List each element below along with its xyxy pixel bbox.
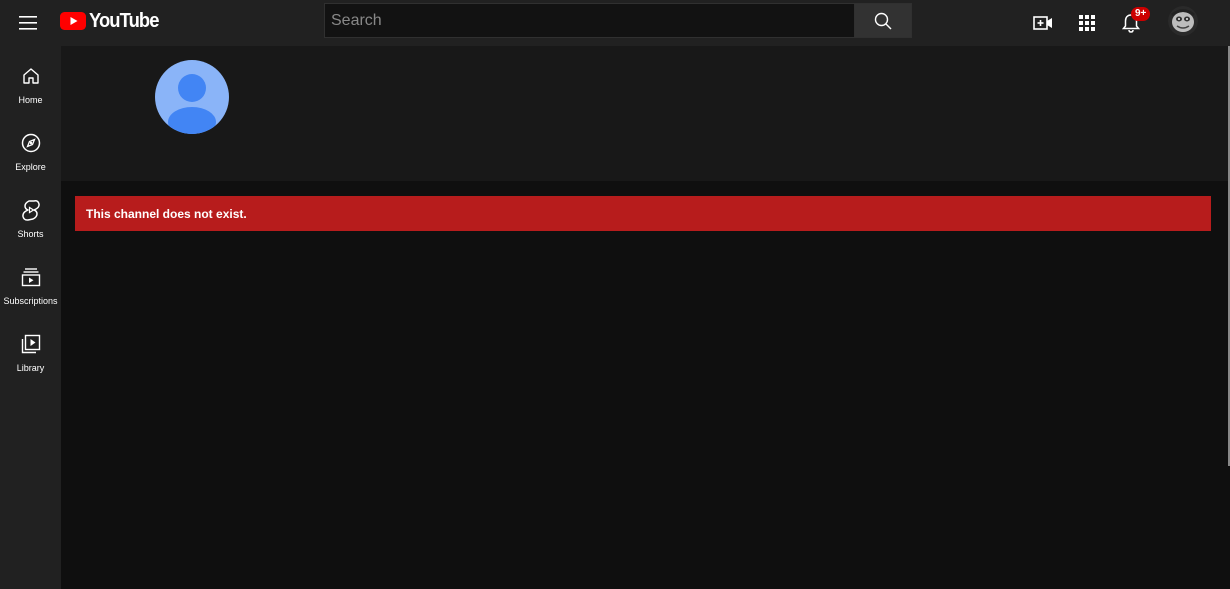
sidebar-item-label: Home [18, 95, 43, 105]
shorts-icon [19, 198, 43, 222]
sidebar-item-label: Shorts [17, 229, 44, 239]
masthead: YouTube Search 9+ [0, 0, 1230, 46]
sidebar-item-library[interactable]: Library [0, 314, 61, 374]
sidebar-item-shorts[interactable]: Shorts [0, 180, 61, 240]
search-box [324, 3, 855, 38]
notification-count-badge: 9+ [1131, 7, 1151, 21]
apps-button[interactable] [1069, 5, 1105, 41]
logo-text: YouTube [89, 9, 159, 32]
sidebar-item-home[interactable]: Home [0, 46, 61, 106]
sidebar-item-label: Explore [15, 162, 46, 172]
sidebar-item-label: Library [16, 363, 45, 373]
sidebar-item-explore[interactable]: Explore [0, 113, 61, 173]
subscriptions-icon [19, 265, 43, 289]
apps-grid-icon [1079, 15, 1095, 31]
account-avatar[interactable] [1168, 6, 1198, 36]
create-button[interactable] [1025, 5, 1061, 41]
guide-menu-button[interactable] [10, 5, 46, 41]
search-button[interactable] [855, 3, 912, 38]
youtube-play-icon [60, 12, 86, 30]
youtube-logo[interactable]: YouTube [60, 9, 165, 33]
search-icon [874, 12, 892, 29]
menu-icon [19, 16, 37, 30]
compass-icon [19, 131, 43, 155]
user-avatar-image [1168, 6, 1198, 36]
home-icon [19, 64, 43, 88]
notifications-button[interactable]: 9+ [1113, 5, 1151, 41]
error-banner: This channel does not exist. [75, 196, 1211, 231]
mini-guide: Home Explore Shorts Subscriptions Librar… [0, 46, 61, 589]
sidebar-item-subscriptions[interactable]: Subscriptions [0, 247, 61, 307]
default-avatar-icon [155, 60, 229, 134]
error-message: This channel does not exist. [86, 206, 247, 221]
channel-avatar [155, 60, 229, 134]
sidebar-item-label: Subscriptions [3, 296, 58, 306]
search-input[interactable] [325, 4, 854, 37]
library-icon [19, 332, 43, 356]
channel-header [61, 46, 1228, 181]
create-video-icon [1033, 16, 1052, 30]
